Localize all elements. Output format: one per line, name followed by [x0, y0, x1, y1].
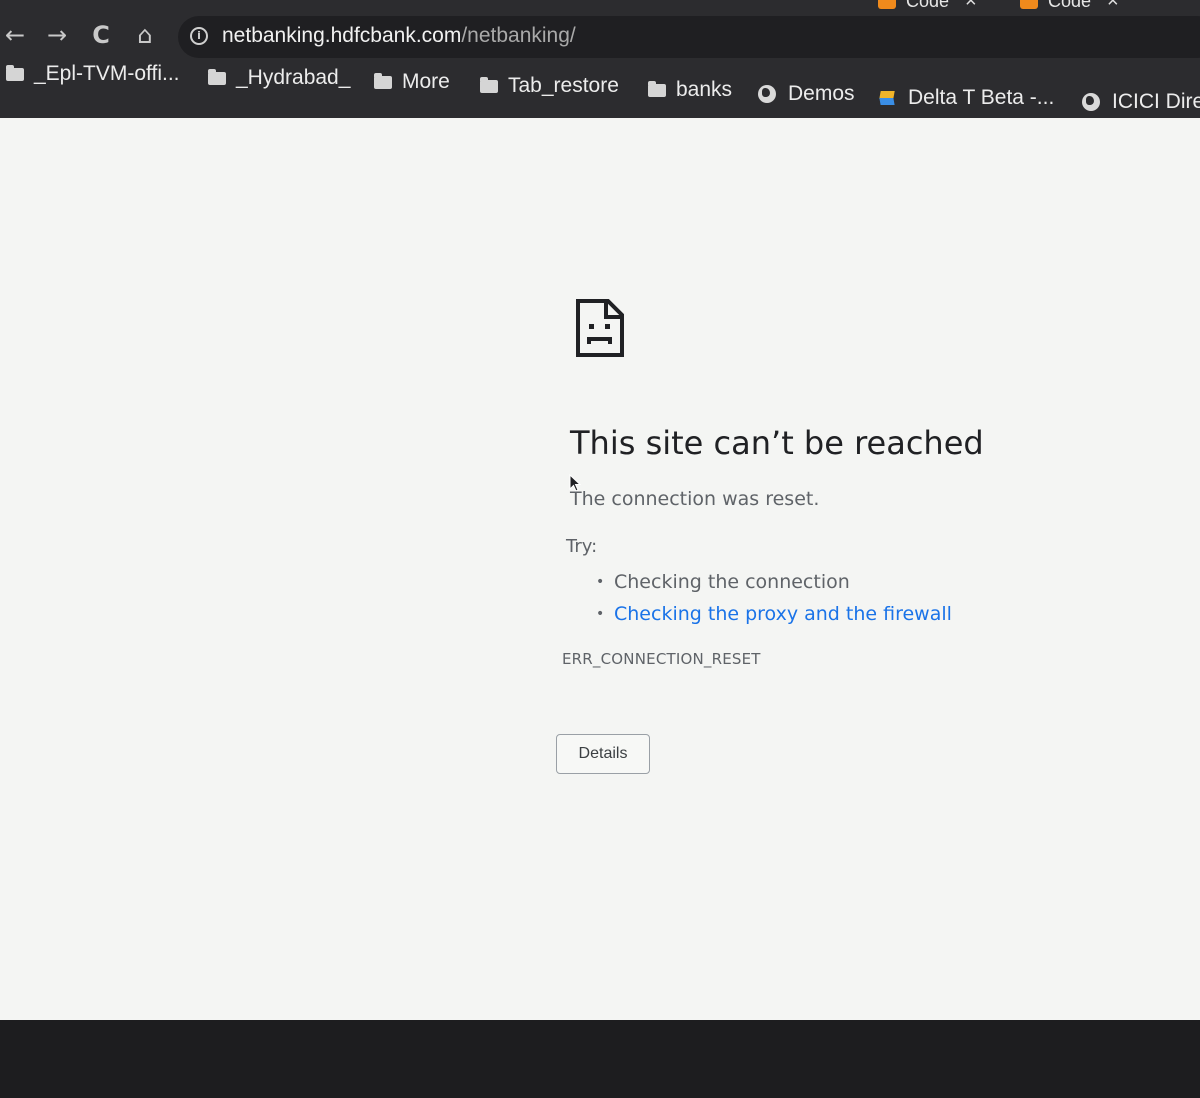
bookmark-label: _Epl-TVM-offi... [34, 62, 180, 85]
tab-title: Code [906, 0, 950, 11]
url-text[interactable]: netbanking.hdfcbank.com/netbanking/ [222, 24, 576, 48]
forward-arrow-icon[interactable]: → [42, 20, 72, 50]
bookmark-link[interactable]: ICICI Dire [1082, 90, 1200, 114]
bullet-icon: • [596, 606, 605, 622]
bookmark-link[interactable]: Delta T Beta -... [878, 86, 1054, 110]
bookmark-label: ICICI Dire [1112, 90, 1200, 113]
mouse-pointer-icon [569, 474, 581, 492]
globe-icon [758, 85, 776, 103]
folder-icon [6, 64, 24, 81]
site-info-icon[interactable]: i [190, 27, 208, 45]
list-item: • Checking the connection [596, 566, 952, 598]
suggestion-text: Checking the connection [614, 571, 850, 593]
bookmark-label: Demos [788, 82, 855, 105]
bookmark-label: Tab_restore [508, 74, 619, 97]
folder-icon [374, 72, 392, 89]
sad-document-icon [576, 299, 624, 357]
tab-close-icon[interactable]: × [965, 0, 977, 13]
tab-close-icon[interactable]: × [1107, 0, 1119, 13]
proxy-firewall-link[interactable]: Checking the proxy and the firewall [614, 598, 952, 630]
bookmark-folder[interactable]: Tab_restore [480, 74, 619, 98]
error-title: This site can’t be reached [570, 424, 984, 462]
toolbar: ← → C ⌂ i netbanking.hdfcbank.com/netban… [0, 12, 1200, 58]
bookmark-label: More [402, 70, 450, 93]
stack-icon [878, 90, 896, 106]
list-item[interactable]: • Checking the proxy and the firewall [596, 598, 952, 630]
error-code: ERR_CONNECTION_RESET [562, 650, 761, 668]
folder-icon [208, 68, 226, 85]
bullet-icon: • [596, 574, 605, 590]
details-button[interactable]: Details [556, 734, 650, 774]
error-description: The connection was reset. [570, 488, 820, 510]
tab-title: Code [1048, 0, 1092, 11]
globe-icon [1082, 93, 1100, 111]
tab-favicon-icon [1020, 0, 1038, 9]
bookmark-label: Delta T Beta -... [908, 86, 1055, 109]
suggestion-list: • Checking the connection • Checking the… [596, 566, 952, 630]
bookmark-folder[interactable]: banks [648, 78, 732, 102]
bookmark-label: banks [676, 78, 733, 101]
bookmark-folder[interactable]: More [374, 70, 450, 94]
url-host: netbanking.hdfcbank.com [222, 24, 462, 47]
url-path: /netbanking/ [461, 24, 576, 47]
tab-favicon-icon [878, 0, 896, 9]
try-label: Try: [566, 536, 598, 557]
reload-icon[interactable]: C [86, 20, 116, 50]
bookmark-label: _Hydrabad_ [236, 66, 351, 89]
folder-icon [480, 76, 498, 93]
screen-bezel [0, 1020, 1200, 1098]
browser-chrome: Code × Code × ← → C ⌂ i netbanking.hdfcb… [0, 0, 1200, 118]
folder-icon [648, 80, 666, 97]
bookmarks-bar: _Epl-TVM-offi... _Hydrabad_ More Tab_res… [0, 62, 1200, 113]
back-arrow-icon[interactable]: ← [0, 20, 30, 50]
home-icon[interactable]: ⌂ [130, 20, 160, 50]
bookmark-link[interactable]: Demos [758, 82, 855, 106]
bookmark-folder[interactable]: _Hydrabad_ [208, 66, 350, 90]
bookmark-folder[interactable]: _Epl-TVM-offi... [6, 62, 179, 86]
address-bar[interactable]: i netbanking.hdfcbank.com/netbanking/ [178, 16, 1200, 58]
